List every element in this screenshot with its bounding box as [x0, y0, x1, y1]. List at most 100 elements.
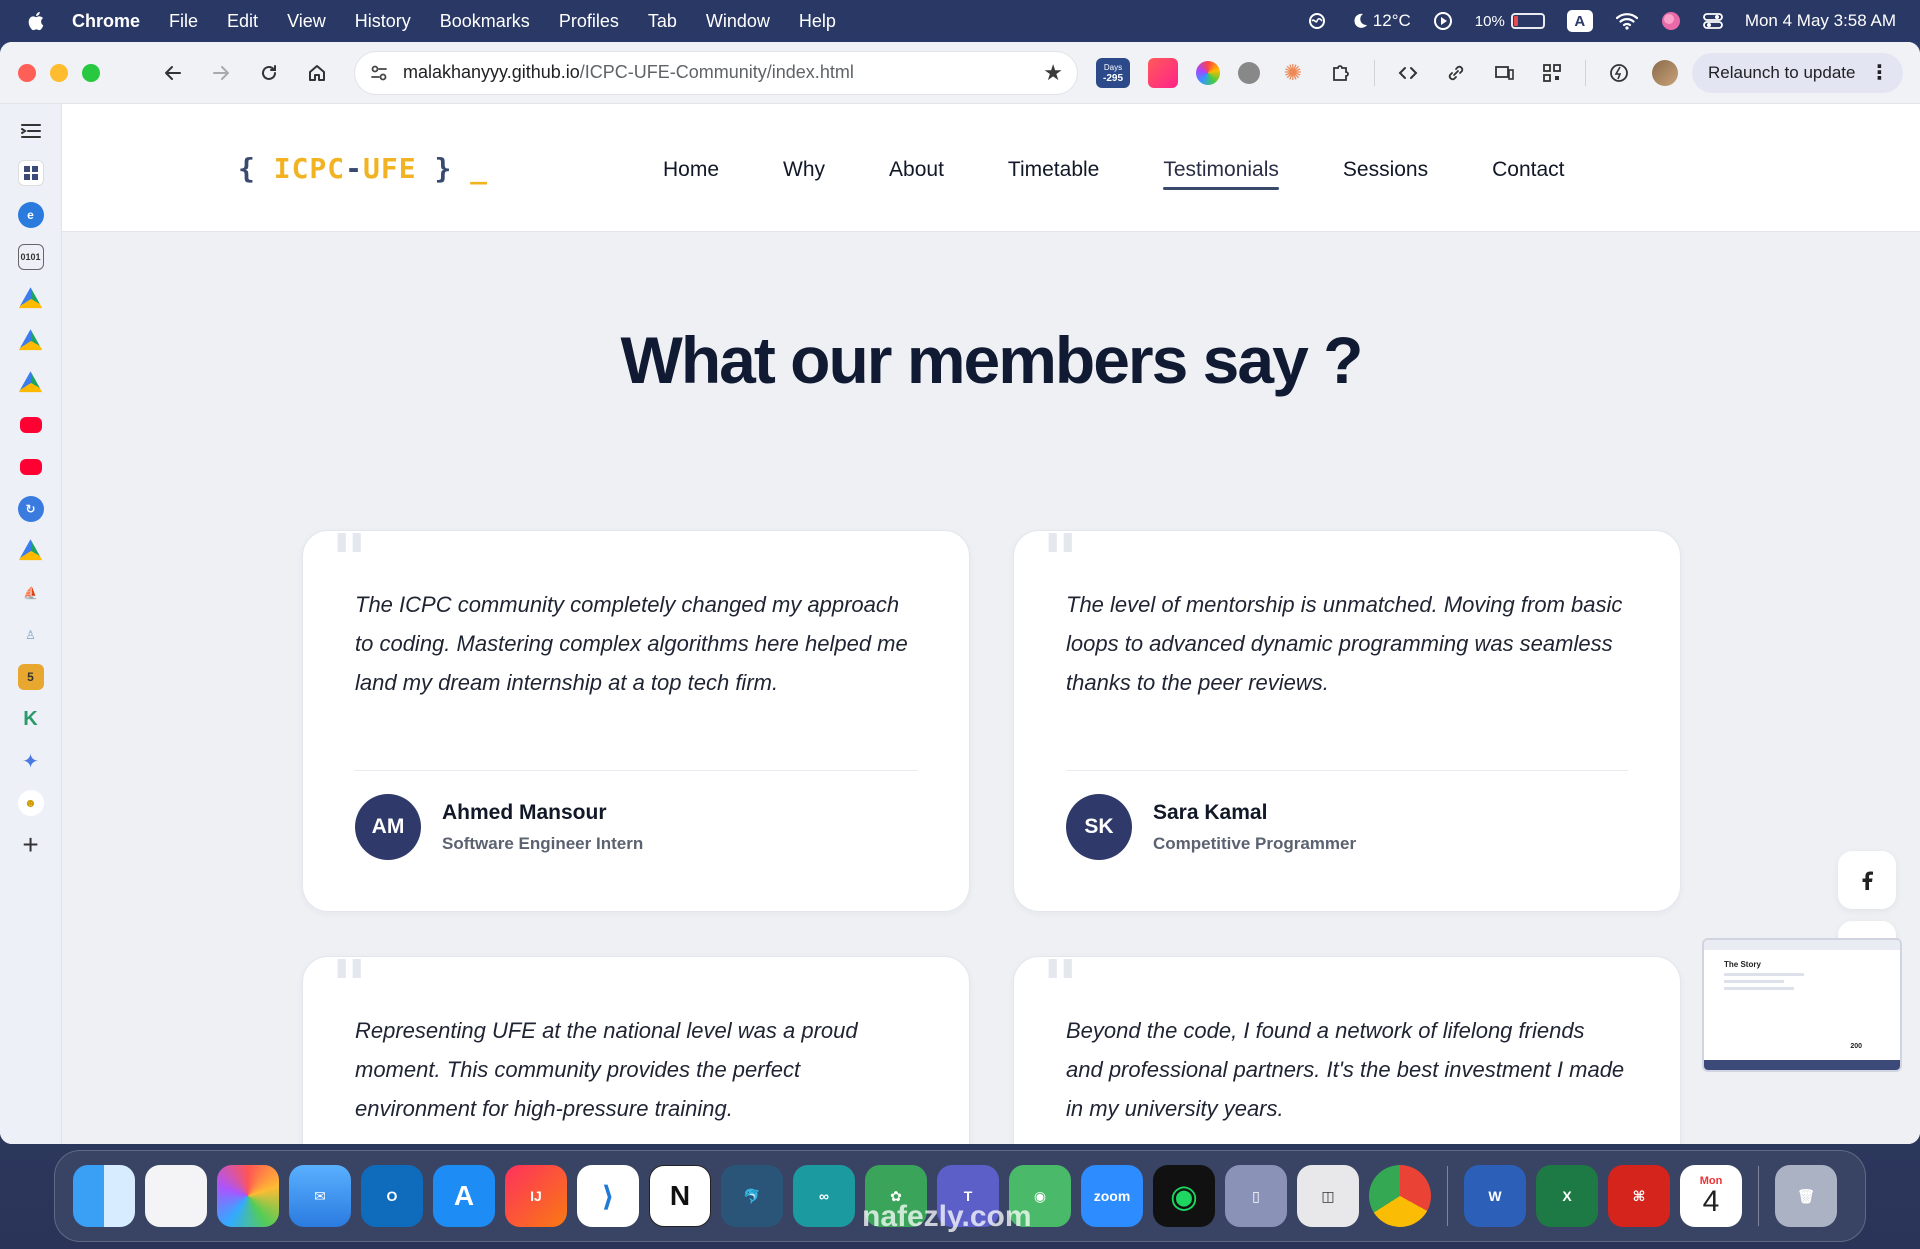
youtube-icon[interactable]: [19, 459, 42, 475]
url-text[interactable]: malakhanyyy.github.io/ICPC-UFE-Community…: [403, 62, 1043, 83]
infinity-icon[interactable]: [1305, 13, 1329, 29]
profile-avatar[interactable]: [1652, 59, 1678, 86]
nav-about[interactable]: About: [889, 158, 944, 190]
zoom-icon[interactable]: zoom: [1081, 1165, 1143, 1227]
siri-icon[interactable]: [1661, 11, 1681, 31]
screenshot-thumbnail[interactable]: The Story 200: [1702, 938, 1902, 1072]
google-drive-icon[interactable]: [18, 539, 43, 561]
input-source-badge[interactable]: A: [1566, 10, 1593, 32]
menubar-clock[interactable]: Mon 4 May 3:58 AM: [1745, 11, 1896, 31]
more-menu-icon[interactable]: ⋮: [1869, 60, 1889, 85]
code-icon[interactable]: [1393, 58, 1423, 88]
photos-icon[interactable]: [217, 1165, 279, 1227]
iphone-mirroring-icon[interactable]: ▯: [1225, 1165, 1287, 1227]
address-bar[interactable]: malakhanyyy.github.io/ICPC-UFE-Community…: [354, 50, 1078, 95]
grid-apps-icon[interactable]: [17, 160, 44, 186]
outlook-icon[interactable]: O: [361, 1165, 423, 1227]
wifi-icon[interactable]: [1615, 12, 1639, 30]
testimonial-card: " The level of mentorship is unmatched. …: [1013, 525, 1681, 912]
vscode-icon[interactable]: ⟩: [577, 1165, 639, 1227]
add-panel-icon[interactable]: +: [18, 829, 44, 860]
zoom-window-button[interactable]: [82, 63, 100, 82]
window-controls: [18, 63, 100, 82]
minimize-window-button[interactable]: [50, 63, 68, 82]
mail-icon[interactable]: ✉: [289, 1165, 351, 1227]
nav-testimonials[interactable]: Testimonials: [1163, 158, 1279, 190]
logo-ufe: UFE: [363, 152, 417, 185]
control-center-icon[interactable]: [1702, 12, 1723, 30]
site-logo[interactable]: { ICPC-UFE } _: [238, 152, 488, 185]
fire-extension-icon[interactable]: ✺: [1278, 58, 1308, 88]
forward-arrow-icon[interactable]: [208, 60, 234, 86]
nav-sessions[interactable]: Sessions: [1343, 158, 1428, 190]
red-square-extension-icon[interactable]: [1148, 57, 1178, 88]
bookmark-star-icon[interactable]: ★: [1043, 60, 1063, 86]
word-icon[interactable]: W: [1464, 1165, 1526, 1227]
edge-browser-icon[interactable]: e: [17, 202, 44, 228]
number-five-icon[interactable]: 5: [17, 664, 44, 690]
google-drive-icon[interactable]: [18, 329, 43, 351]
puzzle-extensions-icon[interactable]: [1326, 58, 1356, 88]
menu-edit[interactable]: Edit: [227, 11, 258, 32]
battery-status[interactable]: 10%: [1475, 13, 1545, 30]
acrobat-icon[interactable]: ⌘: [1608, 1165, 1670, 1227]
nav-home[interactable]: Home: [663, 158, 719, 190]
gemini-sparkle-icon[interactable]: ✦: [18, 748, 44, 774]
close-window-button[interactable]: [18, 63, 36, 82]
intellij-icon[interactable]: IJ: [505, 1165, 567, 1227]
back-arrow-icon[interactable]: [160, 60, 186, 86]
arduino-icon[interactable]: ∞: [793, 1165, 855, 1227]
weather-widget[interactable]: 12°C: [1351, 11, 1411, 31]
launchpad-icon[interactable]: [145, 1165, 207, 1227]
home-icon[interactable]: [304, 60, 330, 86]
nav-timetable[interactable]: Timetable: [1008, 158, 1099, 190]
menu-window[interactable]: Window: [706, 11, 770, 32]
nav-contact[interactable]: Contact: [1492, 158, 1564, 190]
relaunch-to-update-button[interactable]: Relaunch to update ⋮: [1692, 52, 1904, 93]
link-icon[interactable]: [1441, 58, 1471, 88]
k-app-icon[interactable]: K: [18, 706, 44, 732]
menu-tab[interactable]: Tab: [648, 11, 677, 32]
facebook-button[interactable]: [1838, 851, 1896, 909]
sailing-icon[interactable]: ⛵: [18, 580, 44, 606]
binary-icon[interactable]: 0101: [17, 244, 44, 270]
gray-circle-extension-icon[interactable]: [1238, 61, 1260, 84]
spotify-icon[interactable]: ◉: [1153, 1165, 1215, 1227]
menu-app-name[interactable]: Chrome: [72, 11, 140, 32]
refresh-circle-icon[interactable]: ↻: [17, 496, 44, 522]
menu-bookmarks[interactable]: Bookmarks: [440, 11, 530, 32]
nav-why[interactable]: Why: [783, 158, 825, 190]
sticker-icon[interactable]: ☻: [17, 790, 44, 816]
logo-cursor: _: [470, 152, 489, 185]
google-drive-icon[interactable]: [18, 287, 43, 309]
navigation-buttons: [160, 60, 330, 86]
calendar-icon[interactable]: Mon 4: [1680, 1165, 1742, 1227]
apple-logo-icon[interactable]: [26, 10, 48, 32]
menu-file[interactable]: File: [169, 11, 198, 32]
thumbnail-line: [1724, 980, 1784, 983]
menu-view[interactable]: View: [287, 11, 326, 32]
chrome-icon[interactable]: [1369, 1165, 1431, 1227]
qr-code-icon[interactable]: [1537, 58, 1567, 88]
scale-icon[interactable]: ♙: [18, 622, 44, 648]
google-drive-icon[interactable]: [18, 371, 43, 393]
youtube-icon[interactable]: [19, 417, 42, 433]
app-store-icon[interactable]: A: [433, 1165, 495, 1227]
play-icon[interactable]: [1433, 11, 1453, 31]
finder-icon[interactable]: [73, 1165, 135, 1227]
menu-help[interactable]: Help: [799, 11, 836, 32]
screenshot-app-icon[interactable]: ◫: [1297, 1165, 1359, 1227]
excel-icon[interactable]: X: [1536, 1165, 1598, 1227]
tab-list-icon[interactable]: [18, 118, 44, 144]
devices-icon[interactable]: [1489, 58, 1519, 88]
menu-profiles[interactable]: Profiles: [559, 11, 619, 32]
color-picker-extension-icon[interactable]: [1196, 60, 1220, 85]
mysql-workbench-icon[interactable]: 🐬: [721, 1165, 783, 1227]
trash-icon[interactable]: 🗑: [1775, 1165, 1837, 1227]
site-settings-icon[interactable]: [369, 63, 389, 83]
notion-icon[interactable]: N: [649, 1165, 711, 1227]
reload-icon[interactable]: [256, 60, 282, 86]
performance-icon[interactable]: [1604, 58, 1634, 88]
menu-history[interactable]: History: [355, 11, 411, 32]
days-counter-extension[interactable]: Days -295: [1096, 57, 1130, 88]
